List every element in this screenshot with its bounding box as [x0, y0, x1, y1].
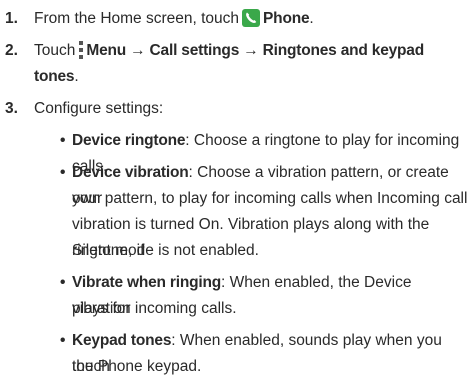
setting-description: plays for incoming calls.	[72, 300, 237, 317]
phone-label: Phone	[263, 10, 310, 27]
menu-icon	[79, 41, 84, 59]
bullet-dot: •	[60, 132, 66, 149]
setting-description: Silent mode is not enabled.	[72, 242, 259, 259]
step-number: 2.	[5, 42, 18, 59]
step-text: Configure settings:	[34, 100, 164, 117]
step-text: From the Home screen, touch	[34, 10, 240, 27]
phone-icon	[242, 9, 261, 27]
step-text: Touch	[34, 42, 76, 59]
bullet-dot: •	[60, 164, 66, 181]
step-number: 3.	[5, 100, 18, 117]
setting-name: Device vibration	[72, 164, 189, 181]
instructions-document: 1. From the Home screen, touch Phone. 2. …	[0, 0, 474, 392]
setting-name: Device ringtone	[72, 132, 186, 149]
setting-description: own pattern, to play for incoming calls …	[72, 190, 468, 207]
menu-path-line1: Menu → Call settings → Ringtones and key…	[86, 42, 424, 59]
setting-name: Vibrate when ringing	[72, 274, 222, 291]
step-number: 1.	[5, 10, 18, 27]
bullet-dot: •	[60, 332, 66, 349]
menu-path-line2: tones	[34, 68, 75, 85]
setting-description: the Phone keypad.	[72, 358, 202, 375]
setting-name: Keypad tones	[72, 332, 172, 349]
bullet-dot: •	[60, 274, 66, 291]
